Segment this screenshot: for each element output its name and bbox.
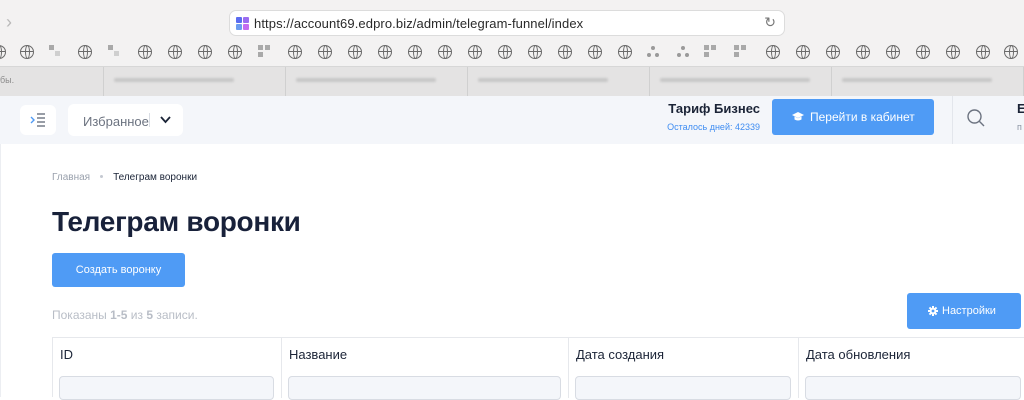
bookmark-dots-icon[interactable] — [646, 45, 660, 59]
funnels-table: ID Название Дата создания Дата обновлени… — [52, 337, 1024, 400]
column-header-label[interactable]: ID — [60, 347, 73, 362]
summary-mid: из — [127, 308, 147, 322]
bookmark-globe-icon[interactable] — [468, 45, 482, 59]
filter-input-updated[interactable] — [805, 376, 1021, 400]
tariff-days-left[interactable]: Осталось дней: 42339 — [667, 122, 760, 132]
column-header-label[interactable]: Название — [289, 347, 347, 362]
bookmark-app-icon[interactable] — [49, 45, 63, 59]
favorites-label: Избранное — [83, 114, 149, 129]
bookmark-globe-icon[interactable] — [588, 45, 602, 59]
reload-icon[interactable]: ↻ — [764, 14, 776, 31]
browser-tab[interactable] — [286, 67, 468, 97]
breadcrumb-current: Телеграм воронки — [113, 172, 198, 183]
chevron-down-icon — [160, 116, 171, 124]
address-url[interactable]: https://account69.edpro.biz/admin/telegr… — [254, 16, 583, 31]
create-funnel-button[interactable]: Создать воронку — [52, 253, 185, 287]
back-arrow-icon[interactable]: › — [6, 12, 20, 32]
bookmark-globe-icon[interactable] — [318, 45, 332, 59]
bookmark-dots-icon[interactable] — [676, 45, 690, 59]
settings-button[interactable]: Настройки — [907, 293, 1021, 329]
header-divider — [952, 96, 953, 144]
browser-tab[interactable]: бы. — [0, 67, 104, 97]
bookmark-app-icon[interactable] — [258, 45, 272, 59]
sidebar-toggle-button[interactable] — [20, 105, 56, 135]
summary-range: 1-5 — [110, 308, 128, 322]
browser-tab[interactable] — [104, 67, 286, 97]
breadcrumb: Главная Телеграм воронки — [52, 172, 197, 183]
bookmark-globe-icon[interactable] — [228, 45, 242, 59]
column-header-label[interactable]: Дата создания — [576, 347, 664, 362]
bookmark-globe-icon[interactable] — [348, 45, 362, 59]
filter-input-name[interactable] — [288, 376, 561, 400]
column-header-label[interactable]: Дата обновления — [806, 347, 910, 362]
column-header-id: ID — [53, 338, 282, 400]
bookmarks-bar — [0, 42, 1024, 64]
bookmark-globe-icon[interactable] — [886, 45, 900, 59]
graduation-cap-icon — [792, 112, 804, 121]
breadcrumb-separator — [100, 174, 104, 178]
bookmark-globe-icon[interactable] — [408, 45, 422, 59]
bookmark-globe-icon[interactable] — [438, 45, 452, 59]
summary-suffix: записи. — [153, 308, 198, 322]
bookmark-globe-icon[interactable] — [378, 45, 392, 59]
column-header-name: Название — [282, 338, 569, 400]
bookmark-globe-icon[interactable] — [856, 45, 870, 59]
column-header-updated: Дата обновления — [799, 338, 1024, 400]
bookmark-globe-icon[interactable] — [796, 45, 810, 59]
bookmark-globe-icon[interactable] — [20, 45, 34, 59]
bookmark-app-icon[interactable] — [108, 45, 122, 59]
bookmark-globe-icon[interactable] — [1004, 45, 1018, 59]
bookmark-globe-icon[interactable] — [916, 45, 930, 59]
user-role: п — [1017, 122, 1022, 132]
bookmark-globe-icon[interactable] — [826, 45, 840, 59]
bookmark-globe-icon[interactable] — [288, 45, 302, 59]
bookmark-app-icon[interactable] — [734, 45, 748, 59]
user-name[interactable]: Е — [1017, 101, 1024, 116]
tab-strip: бы. — [0, 66, 1024, 97]
search-icon — [967, 109, 985, 127]
gear-icon — [928, 306, 938, 316]
filter-input-id[interactable] — [59, 376, 274, 400]
settings-label: Настройки — [942, 305, 996, 317]
bookmark-globe-icon[interactable] — [78, 45, 92, 59]
bookmark-app-icon[interactable] — [704, 45, 718, 59]
bookmark-globe-icon[interactable] — [558, 45, 572, 59]
address-bar[interactable]: https://account69.edpro.biz/admin/telegr… — [229, 10, 785, 36]
breadcrumb-home[interactable]: Главная — [52, 172, 90, 183]
bookmark-globe-icon[interactable] — [976, 45, 990, 59]
bookmark-globe-icon[interactable] — [0, 45, 6, 59]
bookmark-globe-icon[interactable] — [168, 45, 182, 59]
search-button[interactable] — [966, 108, 986, 128]
bookmark-globe-icon[interactable] — [946, 45, 960, 59]
go-to-cabinet-label: Перейти в кабинет — [810, 110, 915, 124]
browser-chrome: › https://account69.edpro.biz/admin/tele… — [0, 0, 1024, 97]
favorites-divider — [149, 113, 150, 127]
bookmark-globe-icon[interactable] — [766, 45, 780, 59]
site-favicon-icon — [236, 17, 249, 30]
main-content: Главная Телеграм воронки Телеграм воронки… — [0, 144, 1024, 400]
tariff-name: Тариф Бизнес — [668, 101, 760, 116]
bookmark-globe-icon[interactable] — [138, 45, 152, 59]
records-summary: Показаны 1-5 из 5 записи. — [52, 308, 198, 322]
sidebar-toggle-icon — [30, 113, 45, 127]
go-to-cabinet-button[interactable]: Перейти в кабинет — [772, 99, 934, 135]
filter-input-created[interactable] — [575, 376, 791, 400]
favorites-dropdown[interactable]: Избранное — [68, 104, 183, 136]
bookmark-globe-icon[interactable] — [498, 45, 512, 59]
browser-tab[interactable] — [650, 67, 832, 97]
bookmark-globe-icon[interactable] — [528, 45, 542, 59]
column-header-created: Дата создания — [569, 338, 799, 400]
browser-tab[interactable] — [468, 67, 650, 97]
bookmark-globe-icon[interactable] — [618, 45, 632, 59]
summary-prefix: Показаны — [52, 308, 111, 322]
page-title: Телеграм воронки — [52, 206, 301, 237]
bookmark-globe-icon[interactable] — [198, 45, 212, 59]
tab-title: бы. — [0, 75, 15, 85]
browser-tab[interactable] — [832, 67, 1024, 97]
